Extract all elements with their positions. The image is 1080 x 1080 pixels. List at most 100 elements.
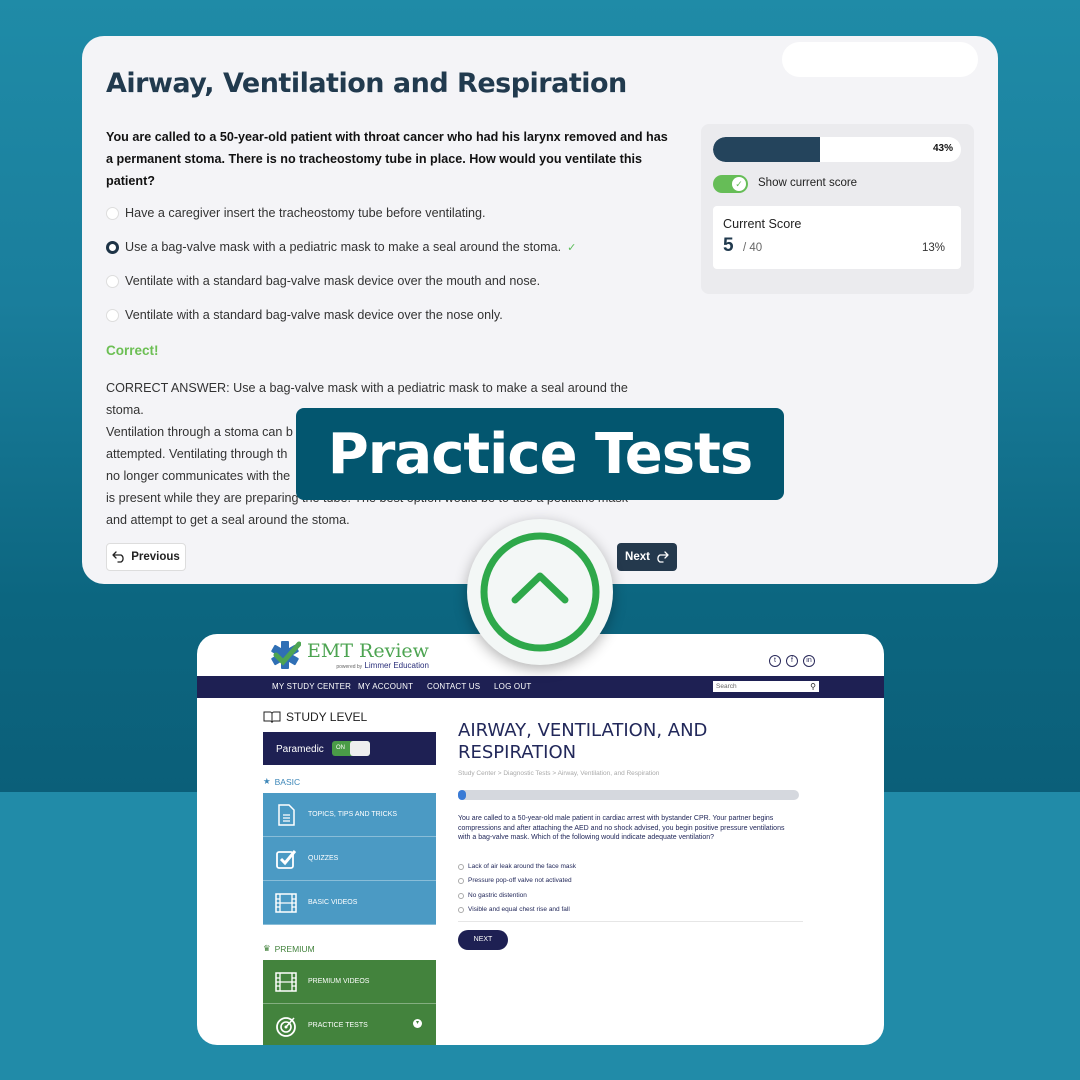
current-score-box: Current Score 5 / 40 13% (713, 206, 961, 269)
social-links: t f in (769, 655, 815, 667)
answer-option[interactable]: Visible and equal chest rise and fall (458, 906, 570, 913)
radio-button[interactable] (106, 274, 119, 288)
paramedic-level: Paramedic ON (263, 732, 436, 765)
linkedin-icon[interactable]: in (803, 655, 815, 667)
twitter-icon[interactable]: t (769, 655, 781, 667)
sidebar-label: PRACTICE TESTS (308, 1022, 368, 1029)
quiz-card: Airway, Ventilation and Respiration You … (82, 36, 998, 584)
quiz-progress-bar: 43% (713, 137, 961, 162)
radio-button[interactable] (458, 877, 464, 884)
logo-title: EMT Review (307, 639, 429, 662)
progress-label: 43% (932, 143, 953, 154)
radio-button[interactable] (106, 308, 119, 322)
radio-button[interactable] (458, 863, 464, 870)
nav-my-study-center[interactable]: MY STUDY CENTER (272, 682, 351, 691)
star-of-life-check-icon (271, 641, 301, 669)
search-placeholder: Search (716, 683, 737, 690)
answer-option[interactable]: Lack of air leak around the face mask (458, 863, 576, 870)
star-icon: ★ (263, 776, 271, 786)
score-panel: 43% ✓ Show current score Current Score 5… (701, 124, 974, 294)
sidebar-item-basic-videos[interactable]: BASIC VIDEOS (263, 881, 436, 925)
premium-label: PREMIUM (274, 943, 315, 954)
sidebar-label: PREMIUM VIDEOS (308, 978, 370, 985)
paramedic-label: Paramedic (276, 744, 324, 755)
answer-option[interactable]: Have a caregiver insert the tracheostomy… (106, 206, 486, 220)
basic-section-heading: ★ BASIC (263, 776, 300, 787)
return-arrow-icon (112, 551, 124, 563)
page-title: AIRWAY, VENTILATION, AND RESPIRATION (458, 720, 708, 763)
nav-my-account[interactable]: MY ACCOUNT (358, 682, 413, 691)
answer-option-selected[interactable]: Use a bag-valve mask with a pediatric ma… (106, 240, 576, 254)
toggle-knob (350, 741, 370, 756)
site-nav: MY STUDY CENTER MY ACCOUNT CONTACT US LO… (197, 676, 884, 698)
feedback-correct: Correct! (106, 343, 159, 358)
correct-check-icon: ✓ (567, 241, 577, 254)
nav-log-out[interactable]: LOG OUT (494, 682, 531, 691)
progress-fill (713, 137, 820, 162)
breadcrumb: Study Center > Diagnostic Tests > Airway… (458, 770, 660, 777)
practice-tests-banner: Practice Tests (296, 408, 784, 500)
radio-button[interactable] (106, 206, 119, 220)
film-icon (275, 971, 297, 992)
previous-button[interactable]: Previous (106, 543, 186, 571)
scroll-up-button[interactable] (467, 519, 613, 665)
answer-option[interactable]: No gastric distention (458, 892, 527, 899)
checkbox-icon (276, 849, 297, 869)
check-icon: ✓ (732, 177, 746, 191)
radio-button-selected[interactable] (106, 240, 119, 254)
next-button[interactable]: Next (617, 543, 677, 571)
option-label: Pressure pop-off valve not activated (468, 877, 572, 884)
option-label: Visible and equal chest rise and fall (468, 906, 570, 913)
sidebar-label: BASIC VIDEOS (308, 899, 358, 906)
forward-arrow-icon (657, 551, 669, 563)
logo-subtitle: powered by Limmer Education (307, 661, 429, 670)
option-label: Have a caregiver insert the tracheostomy… (125, 206, 486, 220)
quiz-title: Airway, Ventilation and Respiration (106, 68, 627, 99)
target-icon (276, 1016, 296, 1037)
sidebar-item-practice-tests[interactable]: PRACTICE TESTS ▾ (263, 1004, 436, 1045)
basic-label: BASIC (274, 776, 301, 787)
toggle-on-label: ON (336, 745, 345, 751)
previous-label: Previous (131, 551, 180, 563)
document-icon (278, 803, 295, 826)
paramedic-toggle[interactable]: ON (332, 741, 370, 756)
next-button[interactable]: NEXT (458, 930, 508, 950)
option-label: Use a bag-valve mask with a pediatric ma… (125, 240, 562, 254)
option-label: Lack of air leak around the face mask (468, 863, 577, 870)
option-label: No gastric distention (468, 892, 527, 899)
question-text: You are called to a 50-year-old patient … (106, 130, 668, 188)
radio-button[interactable] (458, 906, 464, 913)
score-title: Current Score (723, 217, 802, 231)
nav-contact-us[interactable]: CONTACT US (427, 682, 480, 691)
premium-section-heading: ♛ PREMIUM (263, 943, 315, 954)
logo-powered: powered by (336, 663, 363, 670)
explanation-line: CORRECT ANSWER: Use a bag-valve mask wit… (106, 381, 628, 395)
emt-review-logo[interactable]: EMT Review powered by Limmer Education (269, 640, 429, 670)
radio-button[interactable] (458, 892, 464, 899)
film-icon (275, 892, 297, 913)
sidebar-item-topics[interactable]: TOPICS, TIPS AND TRICKS (263, 793, 436, 837)
score-percent: 13% (921, 242, 945, 254)
answer-option[interactable]: Ventilate with a standard bag-valve mask… (106, 308, 503, 322)
chevron-down-icon[interactable]: ▾ (413, 1019, 422, 1028)
answer-option[interactable]: Ventilate with a standard bag-valve mask… (106, 274, 540, 288)
answer-option[interactable]: Pressure pop-off valve not activated (458, 877, 572, 884)
sidebar-label: TOPICS, TIPS AND TRICKS (308, 811, 398, 818)
progress-fill (458, 790, 466, 800)
book-icon (263, 711, 281, 723)
option-label: Ventilate with a standard bag-valve mask… (125, 308, 503, 322)
blank-header-pill (782, 42, 978, 77)
search-input[interactable]: Search ⚲ (713, 681, 819, 692)
study-level-heading: STUDY LEVEL (263, 710, 367, 724)
study-level-label: STUDY LEVEL (286, 710, 368, 724)
divider (458, 921, 803, 922)
show-score-toggle[interactable]: ✓ (713, 175, 748, 193)
facebook-icon[interactable]: f (786, 655, 798, 667)
chevron-up-icon (480, 532, 600, 652)
test-progress-bar (458, 790, 799, 800)
score-total: / 40 (743, 242, 763, 254)
question-text: You are called to a 50-year-old male pat… (458, 815, 785, 841)
search-icon[interactable]: ⚲ (810, 681, 816, 692)
sidebar-item-premium-videos[interactable]: PREMIUM VIDEOS (263, 960, 436, 1004)
sidebar-item-quizzes[interactable]: QUIZZES (263, 837, 436, 881)
